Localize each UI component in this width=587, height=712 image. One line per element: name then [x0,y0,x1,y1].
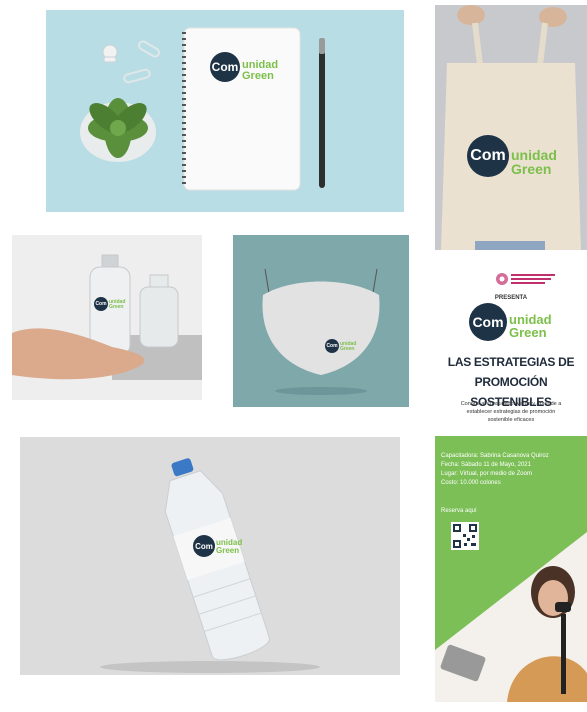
logo-text: unidad Green [109,300,125,310]
presenta-label: PRESENTA [494,295,528,301]
logo-line2: Green [242,70,274,82]
pushpin-icon [102,44,118,63]
bottle-small [139,274,179,348]
flyer-desc-line3: sostenible eficaces [487,417,535,423]
jeans [475,241,545,250]
logo-line2: Green [509,325,547,340]
flyer-title-line1: LAS ESTRATEGIAS DE [447,355,575,369]
notebook-mockup: Com unidad Green [46,10,404,212]
bottles-scene [12,254,202,380]
notebook [182,27,301,191]
photo-woman [435,532,587,702]
info-cost: Costo: 10.000 colones [441,480,501,486]
flyer-info-panel: Capacitadora: Sabrina Casanova Quiroz Fe… [435,436,587,702]
logo-circle: Com [210,52,240,82]
mask-scene [262,268,380,395]
logo-circle-text: Com [95,301,107,307]
logo-circle: Com [467,135,509,177]
flyer-info: Capacitadora: Sabrina Casanova Quiroz Fe… [441,452,587,488]
tote-bag-mockup: Com unidad Green [435,5,587,250]
logo-text: unidad Green [340,342,356,352]
logo-line2: Green [340,346,355,352]
tote-scene [441,5,581,250]
water-bottle [164,458,270,661]
logo-line2: Green [109,304,124,310]
bottle-shadow [100,661,320,673]
logo-line2: Green [216,546,240,555]
reserva-label: Reserva aquí [441,508,477,514]
logo-circle: Com [469,303,507,341]
logo-circle: Com [325,339,339,353]
flyer-desc-line1: Conoce al consumidor verde y aprende a [460,401,562,407]
water-bottle-mockup: Com unidad Green [20,437,400,675]
flyer-description: Conoce al consumidor verde y aprende a e… [435,400,587,424]
info-place: Lugar: Virtual, por medio de Zoom [441,471,532,477]
logo-text: unidad Green [242,60,278,82]
bag-handles [472,22,548,66]
logo-line1: unidad [511,147,557,163]
info-trainer: Capacitadora: Sabrina Casanova Quiroz [441,453,549,459]
bottles-mockup: Com unidad Green [12,235,202,400]
logo-circle-text: Com [195,541,213,551]
organizer-logo [496,273,555,285]
mask-mockup: Com unidad Green [233,235,409,407]
logo-circle: Com [94,297,108,311]
logo-circle-text: Com [472,314,504,330]
logo-text: unidad Green [216,539,242,555]
logo-circle-text: Com [211,60,239,74]
logo-text: unidad Green [511,148,557,176]
logo-text: unidad Green [509,313,552,339]
logo-circle-text: Com [326,343,338,349]
hands [457,5,485,25]
logo-circle: Com [193,535,215,557]
info-date: Fecha: Sábado 11 de Mayo, 2021 [441,462,531,468]
mask-shadow [275,387,367,395]
bottle-scene [100,458,320,673]
paperclip-icon [123,40,161,84]
logo-line2: Green [511,161,552,177]
desk-scene [80,27,325,191]
pen-icon [319,38,325,188]
flyer-desc-line2: establecer estrategias de promoción [466,409,556,415]
mask [262,281,380,375]
logo-circle-text: Com [470,147,506,164]
